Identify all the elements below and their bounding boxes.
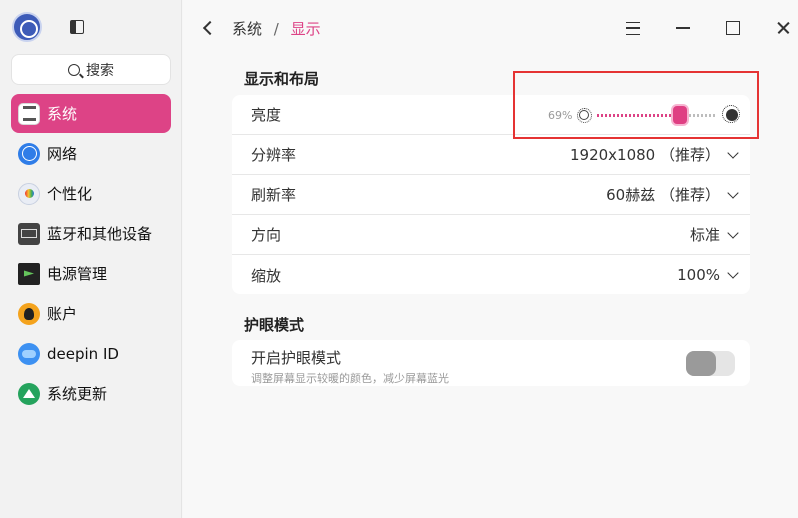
close-icon[interactable] [773,18,793,38]
breadcrumb: 系统 / 显示 [232,18,321,39]
brightness-slider-fill [597,114,680,117]
brightness-row: 亮度 69% [232,95,750,135]
sidebar: 搜索 系统 网络 个性化 蓝牙和其他设备 电源管理 账户 deepin ID 系… [0,0,182,518]
resolution-label: 分辨率 [251,146,297,164]
scale-label: 缩放 [251,266,282,285]
brightness-slider-thumb[interactable] [670,104,689,126]
brightness-high-icon [722,105,740,123]
chevron-down-icon[interactable] [727,146,739,159]
sidebar-item-label: 账户 [47,305,78,323]
back-icon[interactable] [202,20,218,36]
chevron-down-icon[interactable] [727,226,739,239]
breadcrumb-parent[interactable]: 系统 [232,20,262,38]
eye-protection-toggle-label: 开启护眼模式 [251,349,342,367]
settings-window: 搜索 系统 网络 个性化 蓝牙和其他设备 电源管理 账户 deepin ID 系… [0,0,798,518]
display-section-title: 显示和布局 [244,70,320,88]
network-icon [18,142,40,165]
eye-protection-toggle-knob [686,351,716,376]
system-update-icon [18,382,40,405]
sidebar-toggle-icon[interactable] [70,20,84,34]
sidebar-item-bluetooth[interactable]: 蓝牙和其他设备 [11,214,171,253]
personalization-icon [18,182,40,205]
sidebar-item-label: 个性化 [47,185,93,203]
sidebar-item-account[interactable]: 账户 [11,294,171,333]
search-icon [68,63,80,76]
eye-protection-card: 开启护眼模式 调整屏幕显示较暖的颜色，减少屏幕蓝光 [232,340,750,386]
brightness-low-icon [577,108,592,123]
breadcrumb-current: 显示 [290,20,321,38]
sidebar-item-system-update[interactable]: 系统更新 [11,374,171,413]
brightness-slider[interactable] [597,104,717,126]
sidebar-item-label: deepin ID [47,344,119,363]
refresh-rate-row[interactable]: 刷新率 60赫兹 （推荐） [232,175,750,215]
sidebar-item-label: 蓝牙和其他设备 [47,225,153,243]
menu-icon[interactable] [623,18,643,38]
sidebar-item-label: 网络 [47,145,78,163]
sidebar-item-label: 电源管理 [47,265,108,283]
resolution-row[interactable]: 分辨率 1920x1080 （推荐） [232,135,750,175]
deepin-id-icon [18,342,40,365]
window-controls [600,14,798,44]
brightness-value: 69% [548,109,573,122]
resolution-value[interactable]: 1920x1080 （推荐） [570,144,720,165]
search-box[interactable]: 搜索 [11,54,171,85]
sidebar-item-label: 系统 [47,105,78,123]
minimize-icon[interactable] [673,18,693,38]
orientation-value[interactable]: 标准 [690,224,720,245]
app-logo-icon [12,12,42,42]
chevron-down-icon[interactable] [727,267,739,279]
eye-protection-section-title: 护眼模式 [244,316,305,334]
power-management-icon [18,262,40,285]
system-icon [18,102,40,125]
orientation-row[interactable]: 方向 标准 [232,215,750,255]
display-settings-card: 亮度 69% 分辨率 1920x1080 （推荐） 刷新率 60赫兹 （推荐） [232,95,750,294]
sidebar-item-label: 系统更新 [47,385,108,403]
eye-protection-description: 调整屏幕显示较暖的颜色，减少屏幕蓝光 [251,372,449,385]
chevron-down-icon[interactable] [727,186,739,199]
scale-value[interactable]: 100% [677,266,720,284]
bluetooth-devices-icon [18,222,40,245]
eye-protection-row: 开启护眼模式 调整屏幕显示较暖的颜色，减少屏幕蓝光 [232,340,750,386]
sidebar-item-power[interactable]: 电源管理 [11,254,171,293]
breadcrumb-separator: / [273,20,279,38]
sidebar-item-personalization[interactable]: 个性化 [11,174,171,213]
sidebar-item-system[interactable]: 系统 [11,94,171,133]
main-content: 系统 / 显示 显示和布局 亮度 69% 分辨率 1920x1080 （推荐） … [183,0,798,518]
refresh-rate-value[interactable]: 60赫兹 （推荐） [606,184,720,205]
refresh-rate-label: 刷新率 [251,186,297,204]
sidebar-item-deepin-id[interactable]: deepin ID [11,334,171,373]
sidebar-nav: 系统 网络 个性化 蓝牙和其他设备 电源管理 账户 deepin ID 系统更新 [11,94,171,414]
sidebar-item-network[interactable]: 网络 [11,134,171,173]
scale-row[interactable]: 缩放 100% [232,255,750,294]
orientation-label: 方向 [251,226,282,244]
eye-protection-toggle[interactable] [686,351,735,376]
account-icon [18,302,40,325]
search-label: 搜索 [86,62,114,79]
maximize-icon[interactable] [723,18,743,38]
